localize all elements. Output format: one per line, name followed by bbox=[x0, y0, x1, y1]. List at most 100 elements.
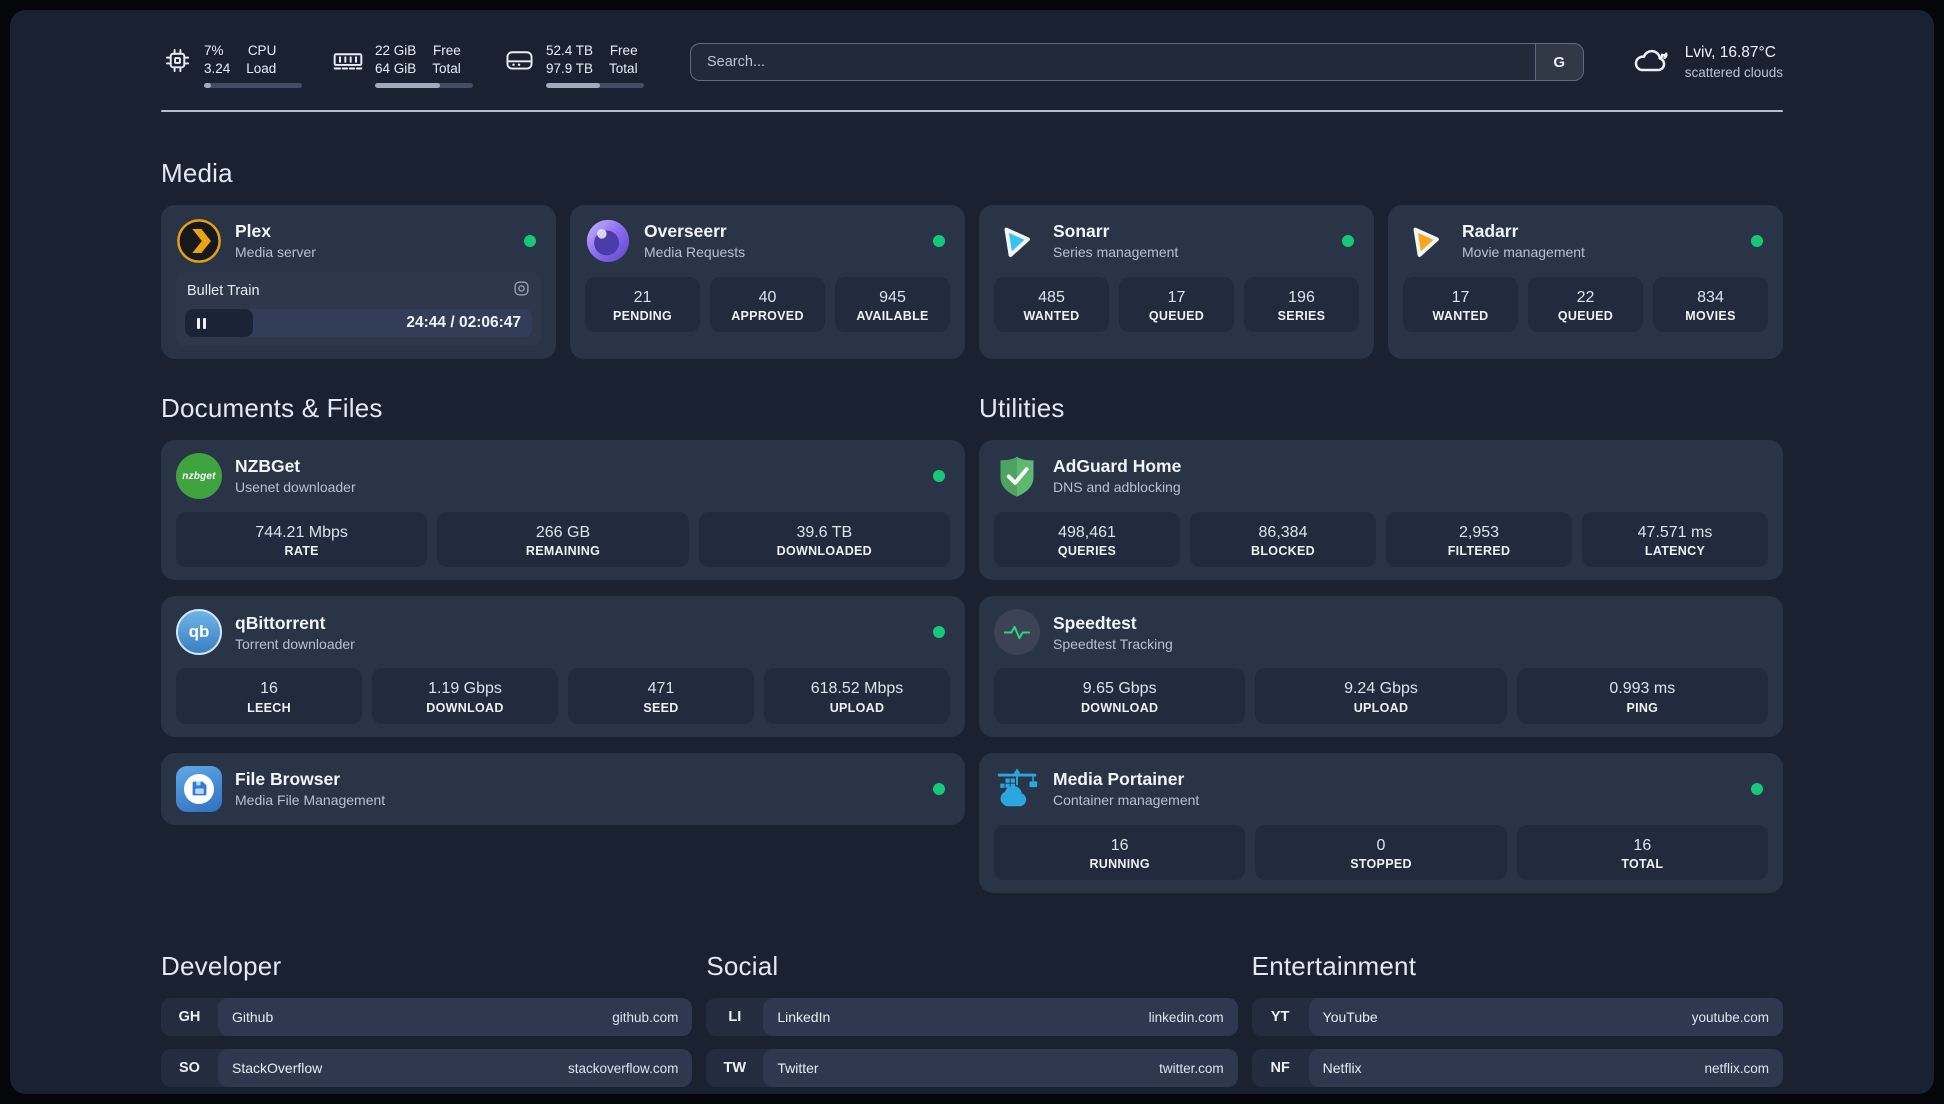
filebrowser-subtitle: Media File Management bbox=[235, 792, 386, 809]
disk-stat: 52.4 TB 97.9 TB Free Total bbox=[503, 42, 644, 88]
stat-tile: 2,953 FILTERED bbox=[1386, 512, 1572, 568]
stat-tile: 21 PENDING bbox=[585, 277, 700, 333]
link-twitter[interactable]: TW Twitter twitter.com bbox=[706, 1049, 1238, 1088]
card-qbittorrent[interactable]: qb qBittorrent Torrent downloader 16 LEE… bbox=[161, 596, 965, 737]
stackoverflow-abbr: SO bbox=[179, 1060, 200, 1077]
link-github[interactable]: GH Github github.com bbox=[161, 998, 693, 1037]
section-heading-utilities: Utilities bbox=[979, 393, 1065, 423]
filebrowser-icon bbox=[176, 765, 222, 812]
memory-total-label: Total bbox=[432, 61, 461, 76]
weather-condition: scattered clouds bbox=[1684, 65, 1783, 81]
card-nzbget[interactable]: nzbget NZBGet Usenet downloader 744.21 M… bbox=[161, 440, 965, 581]
search-input[interactable] bbox=[691, 44, 1535, 80]
section-heading-entertainment: Entertainment bbox=[1251, 951, 1417, 982]
cpu-label: CPU bbox=[247, 43, 277, 59]
overseerr-icon bbox=[585, 218, 631, 264]
card-portainer[interactable]: Media Portainer Container management 16 … bbox=[979, 752, 1783, 894]
stat-tile: 17 WANTED bbox=[1403, 277, 1518, 333]
memory-free-label: Free bbox=[433, 43, 461, 59]
speedtest-title: Speedtest bbox=[1053, 612, 1137, 633]
portainer-icon bbox=[994, 766, 1040, 812]
link-youtube[interactable]: YT YouTube youtube.com bbox=[1251, 998, 1783, 1037]
disk-total: 97.9 TB bbox=[546, 61, 594, 76]
search-engine-button[interactable]: G bbox=[1534, 44, 1583, 80]
card-speedtest[interactable]: Speedtest Speedtest Tracking 9.65 Gbps D… bbox=[979, 596, 1783, 737]
memory-icon bbox=[332, 44, 364, 76]
disk-icon bbox=[503, 44, 535, 76]
stat-tile: 485 WANTED bbox=[994, 277, 1109, 333]
pause-icon[interactable] bbox=[197, 317, 200, 329]
sonarr-icon bbox=[994, 218, 1040, 264]
link-linkedin[interactable]: LI LinkedIn linkedin.com bbox=[706, 998, 1238, 1037]
portainer-status-dot bbox=[1751, 782, 1763, 795]
memory-total: 64 GiB bbox=[375, 61, 417, 76]
stat-tile: 47.571 ms LATENCY bbox=[1582, 512, 1768, 568]
disk-free-label: Free bbox=[609, 43, 638, 59]
stat-tile: 16 TOTAL bbox=[1516, 824, 1768, 881]
card-plex[interactable]: Plex Media server Bullet Train 24:44 / 0… bbox=[161, 205, 556, 359]
linkedin-abbr: LI bbox=[728, 1009, 742, 1026]
youtube-abbr: YT bbox=[1270, 1009, 1290, 1026]
overseerr-subtitle: Media Requests bbox=[644, 244, 746, 261]
cpu-load: 3.24 bbox=[204, 61, 231, 76]
stat-tile: 471 SEED bbox=[568, 668, 754, 724]
nzbget-subtitle: Usenet downloader bbox=[235, 479, 356, 496]
plex-status-dot bbox=[524, 235, 536, 247]
memory-free: 22 GiB bbox=[375, 43, 417, 59]
speedtest-icon bbox=[994, 609, 1040, 656]
cpu-load-label: Load bbox=[246, 61, 277, 76]
adguard-title: AdGuard Home bbox=[1053, 456, 1182, 477]
stat-tile: 22 QUEUED bbox=[1528, 277, 1643, 333]
cpu-stat: 7% 3.24 CPU Load bbox=[161, 42, 302, 88]
stat-tile: 9.65 Gbps DOWNLOAD bbox=[994, 668, 1246, 724]
radarr-icon bbox=[1403, 218, 1449, 264]
media-grid: Plex Media server Bullet Train 24:44 / 0… bbox=[161, 205, 1783, 359]
plex-progress-track[interactable]: 24:44 / 02:06:47 bbox=[185, 309, 532, 337]
stat-tile: 196 SERIES bbox=[1244, 277, 1359, 333]
stat-tile: 17 QUEUED bbox=[1119, 277, 1234, 333]
link-stackoverflow[interactable]: SO StackOverflow stackoverflow.com bbox=[161, 1049, 693, 1088]
stat-tile: 39.6 TB DOWNLOADED bbox=[698, 512, 950, 568]
stat-tile: 0.993 ms PING bbox=[1516, 668, 1768, 724]
weather-location-temp: Lviv, 16.87°C bbox=[1684, 44, 1776, 62]
stat-tile: 834 MOVIES bbox=[1653, 277, 1768, 333]
cpu-percent: 7% bbox=[204, 43, 224, 59]
filebrowser-status-dot bbox=[933, 782, 945, 795]
plex-icon bbox=[176, 218, 222, 264]
adguard-subtitle: DNS and adblocking bbox=[1053, 479, 1181, 496]
stat-tile: 16 LEECH bbox=[176, 668, 362, 724]
memory-stat: 22 GiB 64 GiB Free Total bbox=[332, 42, 473, 88]
card-overseerr[interactable]: Overseerr Media Requests 21 PENDING 40 A… bbox=[570, 205, 965, 359]
section-heading-developer: Developer bbox=[161, 951, 282, 982]
filebrowser-title: File Browser bbox=[235, 769, 341, 789]
overseerr-title: Overseerr bbox=[644, 221, 727, 242]
plex-progress-elapsed bbox=[185, 309, 253, 337]
plex-title: Plex bbox=[235, 221, 271, 242]
section-heading-social: Social bbox=[706, 951, 779, 982]
radarr-status-dot bbox=[1751, 235, 1763, 247]
header-divider bbox=[161, 110, 1783, 112]
search-bar: G bbox=[690, 43, 1584, 81]
sonarr-status-dot bbox=[1342, 235, 1354, 247]
weather-widget: Lviv, 16.87°C scattered clouds bbox=[1630, 43, 1783, 82]
disk-total-label: Total bbox=[609, 61, 638, 76]
utilities-column: AdGuard Home DNS and adblocking 498,461 … bbox=[979, 440, 1783, 894]
nzbget-status-dot bbox=[933, 470, 945, 482]
cloud-icon bbox=[1630, 45, 1672, 81]
section-heading-media: Media bbox=[161, 158, 233, 188]
netflix-abbr: NF bbox=[1270, 1060, 1290, 1077]
card-adguard[interactable]: AdGuard Home DNS and adblocking 498,461 … bbox=[979, 440, 1783, 581]
speedtest-subtitle: Speedtest Tracking bbox=[1053, 635, 1173, 652]
sonarr-subtitle: Series management bbox=[1053, 244, 1179, 261]
stat-tile: 16 RUNNING bbox=[994, 824, 1246, 881]
stat-tile: 1.19 Gbps DOWNLOAD bbox=[372, 668, 558, 724]
plex-session: Bullet Train 24:44 / 02:06:47 bbox=[176, 272, 541, 346]
nzbget-icon: nzbget bbox=[176, 453, 222, 499]
stat-tile: 0 STOPPED bbox=[1255, 824, 1507, 881]
card-filebrowser[interactable]: File Browser Media File Management bbox=[161, 752, 965, 825]
card-radarr[interactable]: Radarr Movie management 17 WANTED 22 QUE… bbox=[1388, 205, 1783, 359]
link-netflix[interactable]: NF Netflix netflix.com bbox=[1251, 1049, 1783, 1088]
qbittorrent-title: qBittorrent bbox=[235, 612, 326, 633]
stat-tile: 86,384 BLOCKED bbox=[1190, 512, 1376, 568]
card-sonarr[interactable]: Sonarr Series management 485 WANTED 17 Q… bbox=[979, 205, 1374, 359]
